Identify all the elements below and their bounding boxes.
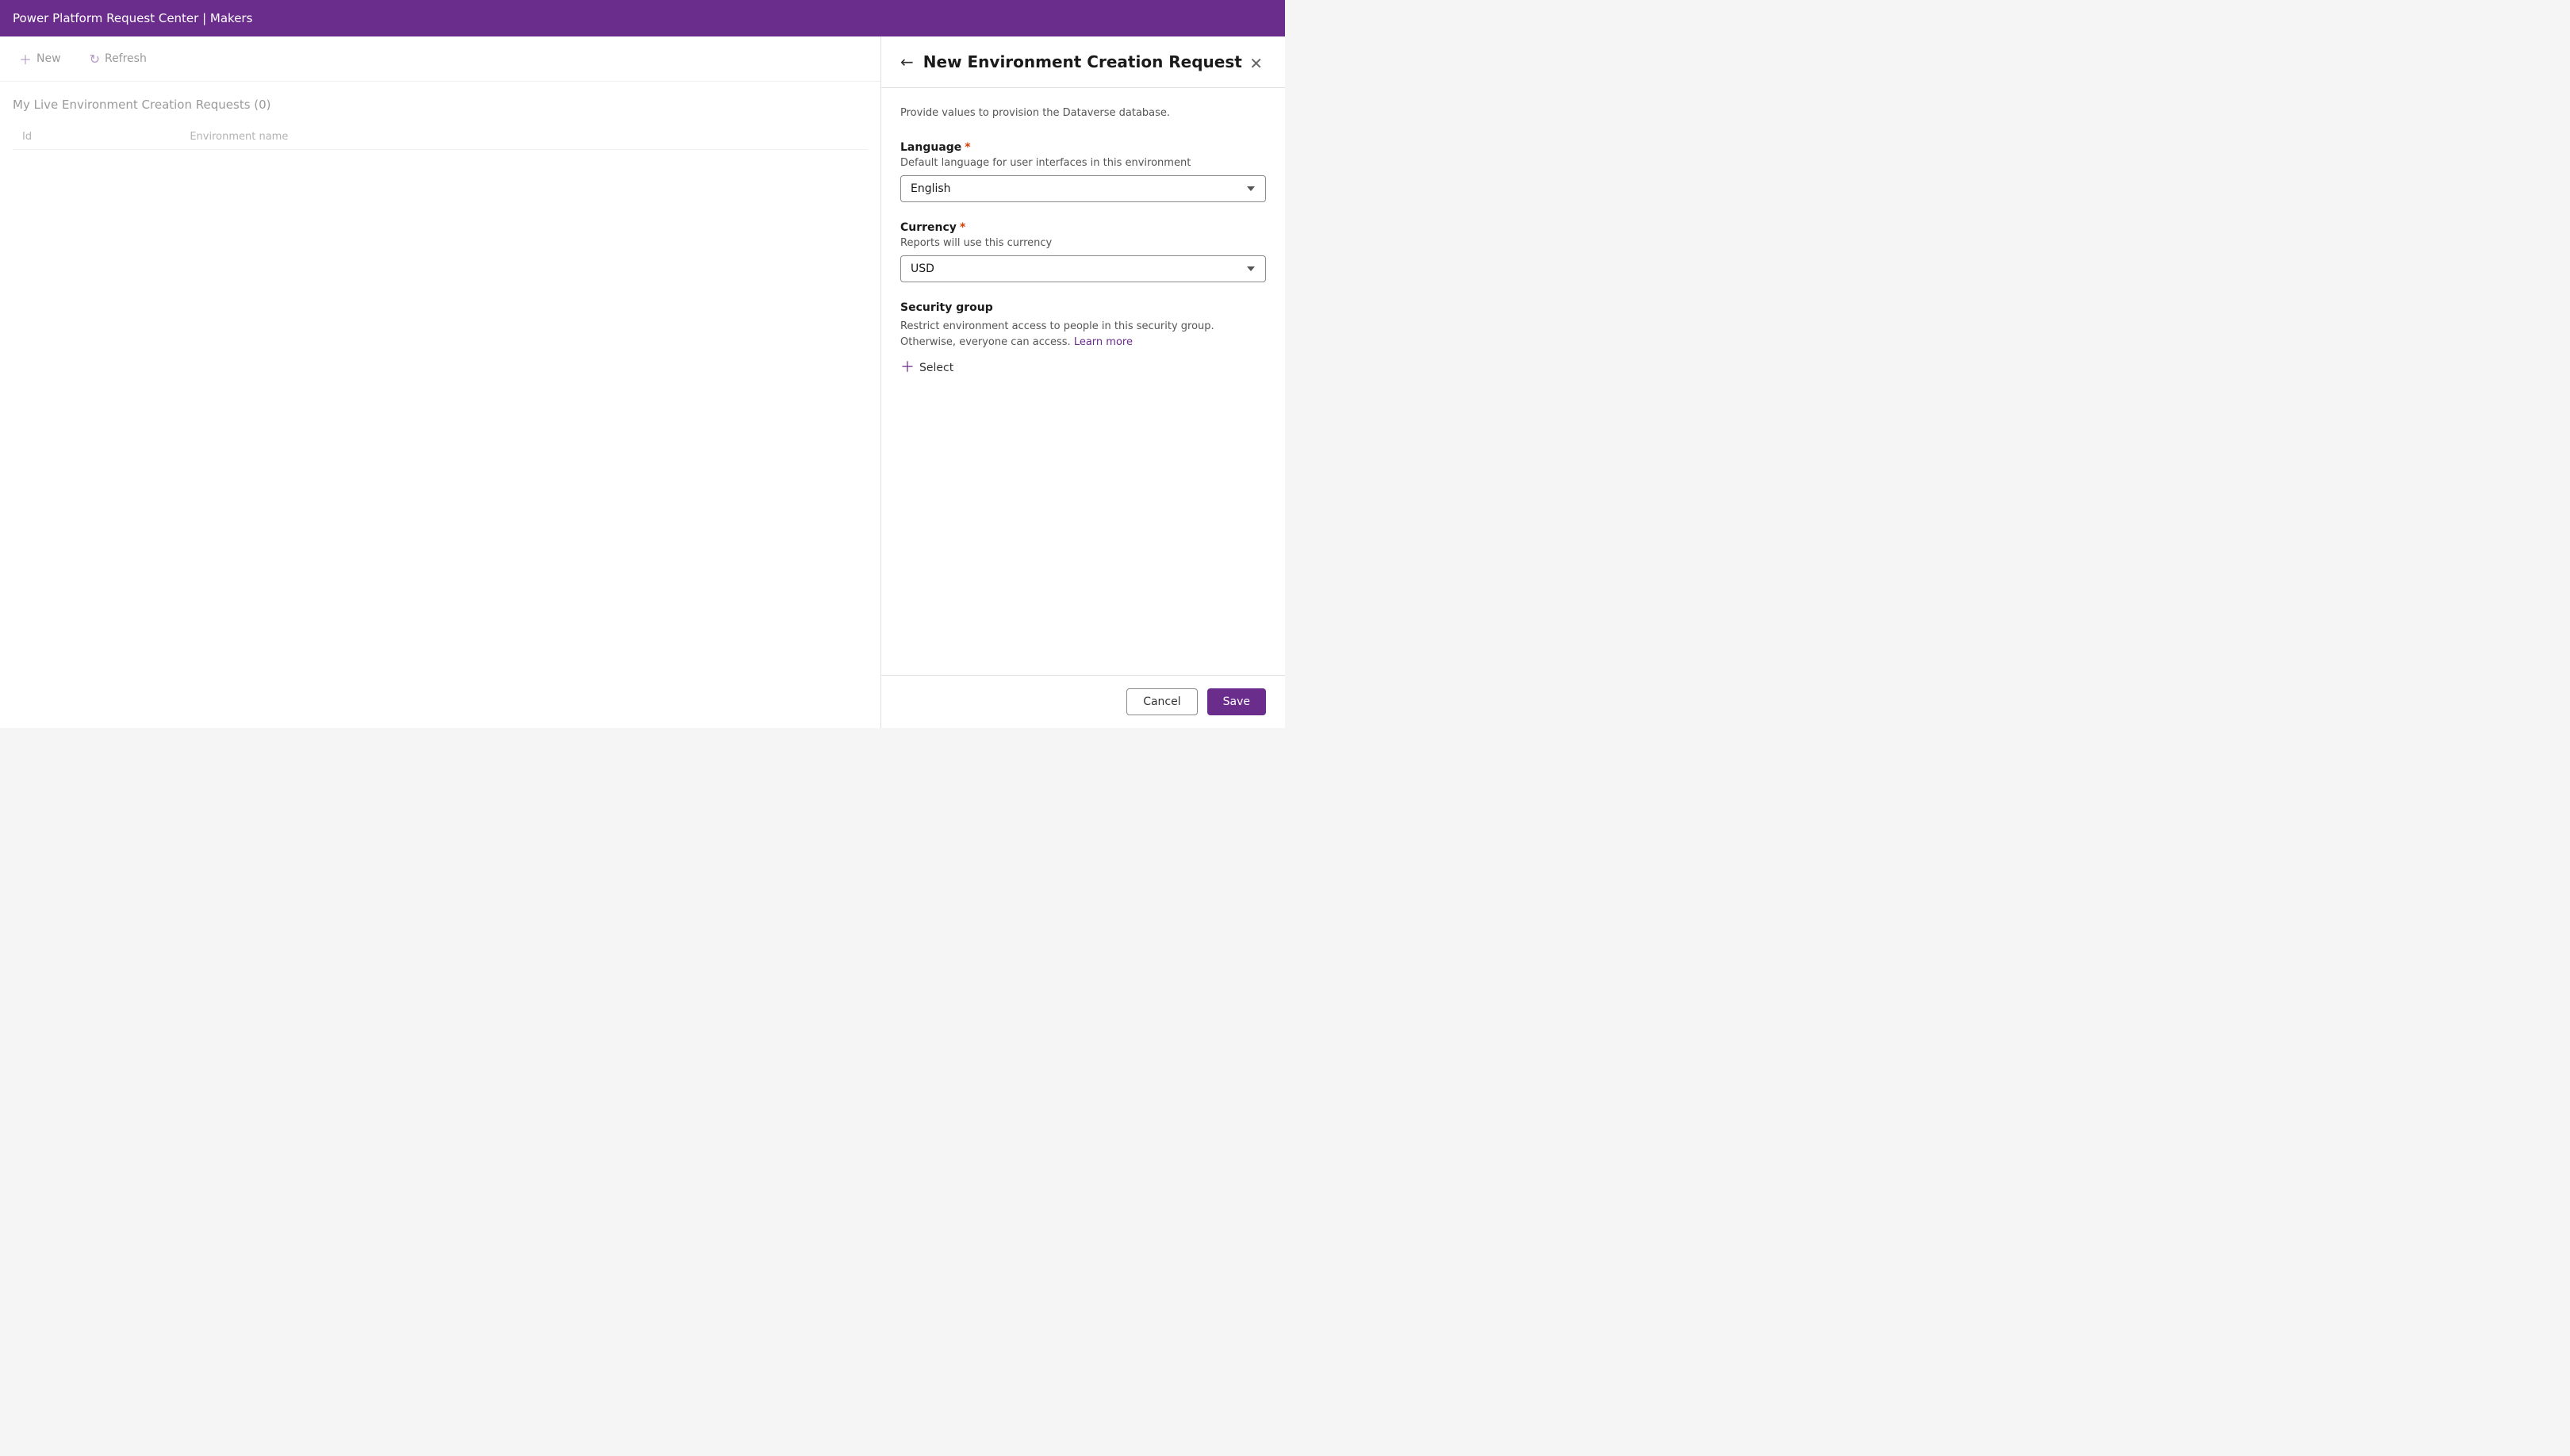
language-description: Default language for user interfaces in …: [900, 157, 1266, 169]
refresh-button-label: Refresh: [105, 52, 147, 65]
security-group-description: Restrict environment access to people in…: [900, 319, 1266, 350]
currency-description: Reports will use this currency: [900, 237, 1266, 249]
close-icon: ✕: [1249, 54, 1263, 73]
security-group-section: Security group Restrict environment acce…: [900, 301, 1266, 378]
data-table: Id Environment name: [13, 125, 868, 150]
close-button[interactable]: ✕: [1246, 52, 1266, 75]
toolbar: ＋ New ↻ Refresh: [0, 36, 880, 82]
column-id: Id: [13, 125, 180, 150]
refresh-button[interactable]: ↻ Refresh: [83, 48, 153, 70]
currency-field: Currency * Reports will use this currenc…: [900, 221, 1266, 282]
panel-title: New Environment Creation Request: [923, 52, 1242, 71]
select-security-group-button[interactable]: ＋ Select: [900, 358, 953, 378]
currency-select-wrapper: USD EUR GBP JPY CAD: [900, 255, 1266, 282]
panel-footer: Cancel Save: [881, 675, 1285, 728]
back-button[interactable]: ←: [900, 54, 914, 70]
main-area: ＋ New ↻ Refresh My Live Environment Crea…: [0, 36, 1285, 728]
learn-more-link[interactable]: Learn more: [1074, 336, 1133, 348]
app-title: Power Platform Request Center | Makers: [13, 11, 252, 25]
panel-subtitle: Provide values to provision the Datavers…: [900, 107, 1266, 119]
language-select-wrapper: English Spanish French German Japanese: [900, 175, 1266, 202]
panel-header: ← New Environment Creation Request ✕: [881, 36, 1285, 88]
app-header: Power Platform Request Center | Makers: [0, 0, 1285, 36]
new-button[interactable]: ＋ New: [13, 46, 67, 71]
cancel-button[interactable]: Cancel: [1126, 688, 1197, 715]
language-field: Language * Default language for user int…: [900, 141, 1266, 202]
column-env-name: Environment name: [180, 125, 868, 150]
language-required: *: [965, 141, 970, 154]
plus-icon-select: ＋: [900, 361, 915, 375]
currency-select[interactable]: USD EUR GBP JPY CAD: [900, 255, 1266, 282]
back-icon: ←: [900, 54, 914, 70]
save-button[interactable]: Save: [1207, 688, 1266, 715]
panel-header-left: ← New Environment Creation Request: [900, 52, 1242, 71]
table-header-row: Id Environment name: [13, 125, 868, 150]
page-content: My Live Environment Creation Requests (0…: [0, 82, 880, 166]
panel-body: Provide values to provision the Datavers…: [881, 88, 1285, 675]
new-button-label: New: [36, 52, 61, 65]
right-panel: ← New Environment Creation Request ✕ Pro…: [880, 36, 1285, 728]
language-select[interactable]: English Spanish French German Japanese: [900, 175, 1266, 202]
language-label: Language *: [900, 141, 1266, 154]
left-panel: ＋ New ↻ Refresh My Live Environment Crea…: [0, 36, 880, 728]
section-title: My Live Environment Creation Requests (0…: [13, 98, 868, 112]
currency-label: Currency *: [900, 221, 1266, 234]
currency-required: *: [960, 221, 965, 234]
table-header: Id Environment name: [13, 125, 868, 150]
select-label: Select: [919, 362, 953, 374]
security-group-title: Security group: [900, 301, 1266, 314]
plus-icon: ＋: [19, 49, 32, 68]
refresh-icon: ↻: [90, 52, 100, 67]
